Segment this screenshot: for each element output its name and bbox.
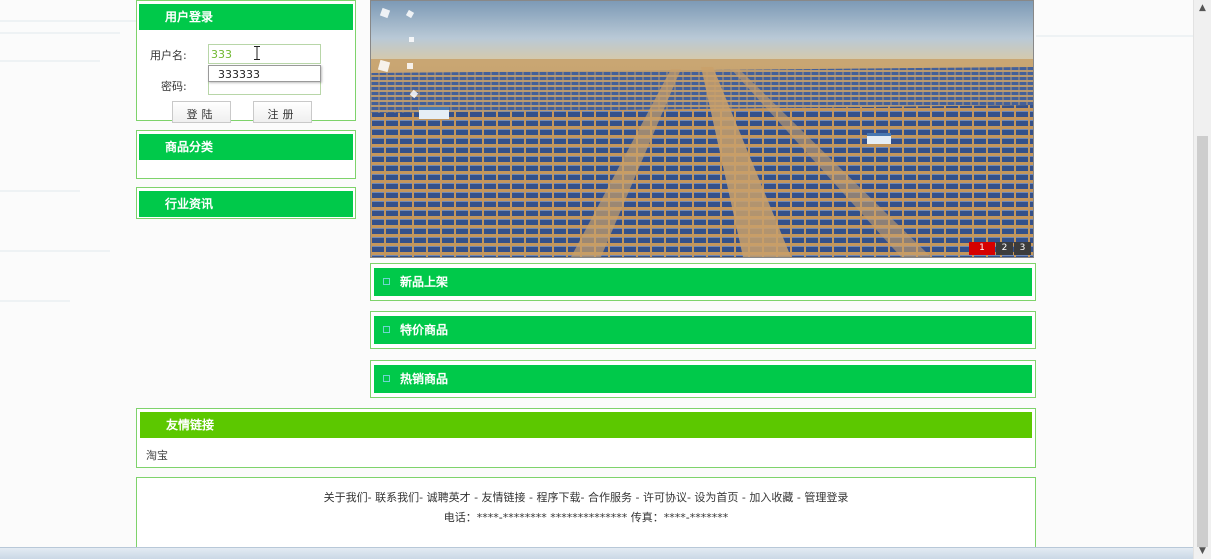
slide-indicator-2[interactable]: 2: [996, 242, 1013, 255]
friend-links-title: 友情链接: [140, 412, 1032, 438]
register-button[interactable]: 注册: [253, 101, 312, 123]
news-panel: 行业资讯: [136, 187, 356, 219]
footer: 关于我们- 联系我们- 诚聘英才 - 友情链接 - 程序下载- 合作服务 - 许…: [136, 477, 1036, 557]
bg-stripe: [0, 20, 136, 22]
banner-slideshow[interactable]: 1 2 3: [370, 0, 1034, 258]
bg-stripe: [0, 60, 100, 62]
username-autocomplete-suggestion[interactable]: 333333: [208, 65, 321, 82]
slide-indicator-3[interactable]: 3: [1014, 242, 1031, 255]
special-products-title[interactable]: 特价商品: [374, 316, 1032, 344]
footer-nav-links[interactable]: 关于我们- 联系我们- 诚聘英才 - 友情链接 - 程序下载- 合作服务 - 许…: [137, 489, 1035, 505]
text-cursor-icon: [254, 46, 260, 60]
username-label: 用户名:: [150, 49, 187, 62]
solar-farm-image: [371, 1, 1033, 257]
bg-stripe: [0, 32, 120, 34]
news-panel-title[interactable]: 行业资讯: [139, 191, 353, 217]
friend-link-item[interactable]: 淘宝: [146, 447, 168, 463]
bg-stripe: [0, 190, 80, 192]
hot-products-title[interactable]: 热销商品: [374, 365, 1032, 393]
square-bullet-icon: [383, 375, 390, 382]
page: 用户登录 用户名: 密码: 333333 登陆 注册 商品分类 行业资讯: [0, 0, 1211, 559]
username-input[interactable]: [208, 44, 321, 64]
special-products-section: 特价商品: [370, 311, 1036, 349]
bg-stripe: [1036, 35, 1193, 37]
square-bullet-icon: [383, 278, 390, 285]
taskbar-edge: [0, 547, 1193, 559]
login-panel-title: 用户登录: [139, 4, 353, 30]
vertical-scrollbar[interactable]: ▲ ▼: [1193, 0, 1211, 559]
bg-stripe: [0, 300, 70, 302]
login-button[interactable]: 登陆: [172, 101, 231, 123]
footer-contact: 电话：****-******** ************** 传真：****-…: [443, 511, 729, 524]
square-bullet-icon: [383, 326, 390, 333]
password-label: 密码:: [161, 80, 187, 93]
scroll-up-arrow-icon[interactable]: ▲: [1194, 0, 1211, 16]
friend-links-section: 友情链接 淘宝: [136, 408, 1036, 468]
bg-stripe: [0, 250, 110, 252]
category-panel: 商品分类: [136, 130, 356, 179]
hot-products-section: 热销商品: [370, 360, 1036, 398]
scroll-down-arrow-icon[interactable]: ▼: [1194, 543, 1211, 559]
slide-indicators: 1 2 3: [968, 242, 1031, 255]
new-products-section: 新品上架: [370, 263, 1036, 301]
category-panel-title[interactable]: 商品分类: [139, 134, 353, 160]
slide-indicator-1[interactable]: 1: [969, 242, 995, 255]
new-products-title[interactable]: 新品上架: [374, 268, 1032, 296]
scrollbar-thumb[interactable]: [1197, 136, 1208, 547]
